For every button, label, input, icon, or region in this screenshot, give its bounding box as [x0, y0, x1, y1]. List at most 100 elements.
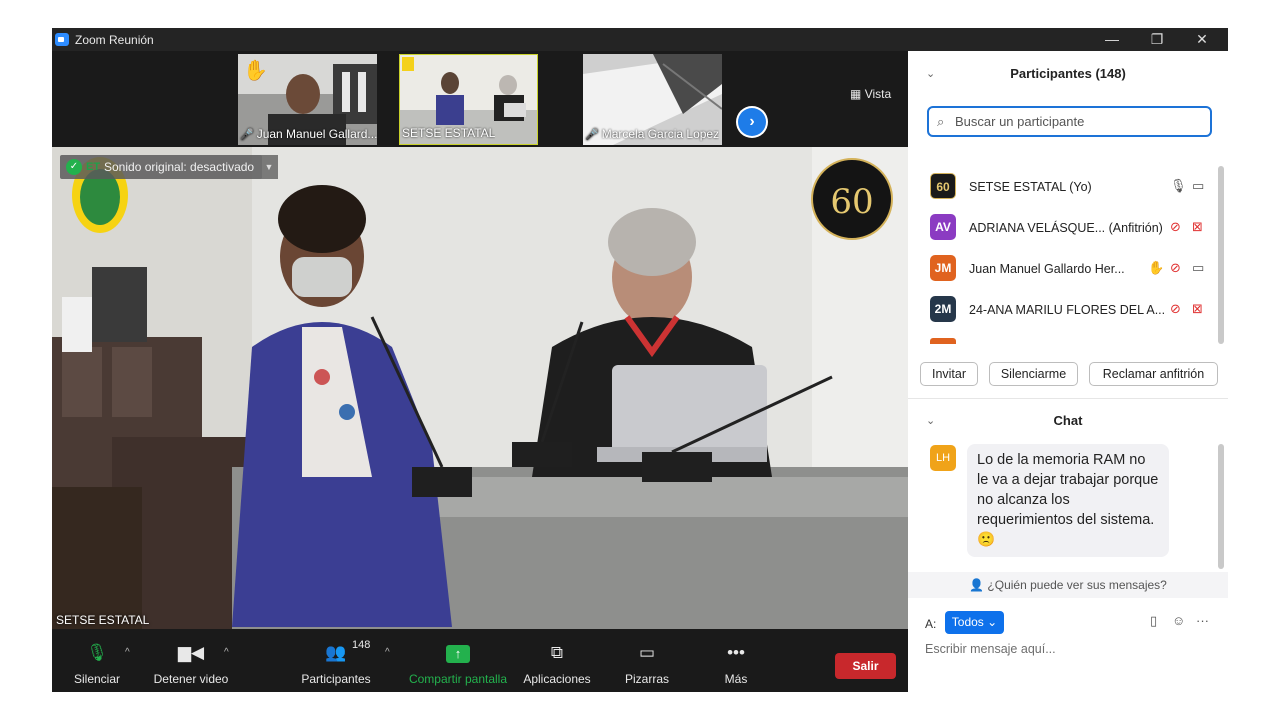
- chevron-right-icon: ›: [738, 108, 766, 136]
- mute-button[interactable]: 🎙 Silenciar: [66, 629, 128, 692]
- zoom-logo-icon: [55, 33, 69, 46]
- video-off-icon: ⊠: [1192, 301, 1203, 316]
- thumbnail-caption: SETSE ESTATAL: [400, 125, 495, 141]
- zoom-window: Zoom Reunión — ❐ ✕ ✋ 🎤 Juan Manuel Gallar…: [52, 28, 1228, 692]
- more-dots-icon[interactable]: ···: [1196, 613, 1209, 628]
- original-sound-toggle[interactable]: ✓ ET Sonido original: desactivado: [60, 155, 263, 179]
- more-button[interactable]: ••• Más: [712, 629, 760, 692]
- window-title: Zoom Reunión: [75, 33, 154, 47]
- mute-options-caret[interactable]: ^: [125, 647, 130, 658]
- thumbnail-caption: 🎤 Juan Manuel Gallard...: [238, 126, 377, 142]
- muted-mic-icon: 🎤: [240, 129, 254, 141]
- share-screen-label: Compartir pantalla: [408, 672, 508, 686]
- participant-name: 24-ANA MARILU FLORES DEL A...: [969, 303, 1166, 317]
- share-screen-button[interactable]: ↑ Compartir pantalla: [408, 629, 508, 692]
- participants-label: Participantes: [301, 672, 371, 686]
- chat-message-text: Lo de la memoria RAM no le va a dejar tr…: [977, 452, 1159, 528]
- grid-icon: ▦: [850, 87, 862, 101]
- chat-message-input[interactable]: Escribir mensaje aquí...: [925, 642, 1056, 656]
- chat-message: Lo de la memoria RAM no le va a dejar tr…: [967, 444, 1169, 557]
- participant-name: Juan Manuel Gallardo Her...: [969, 262, 1125, 276]
- avatar: 60: [930, 173, 956, 199]
- participant-row[interactable]: JM Juan Manuel Gallardo Her... ✋ ⊘ ▭: [930, 251, 1210, 287]
- avatar: LH: [930, 445, 956, 471]
- participants-button[interactable]: 👥 148 Participantes: [296, 629, 376, 692]
- main-video[interactable]: 60 ✓ ET Sonido original: desactivado ▼ S…: [52, 147, 908, 629]
- chevron-down-icon: ▼: [264, 162, 274, 172]
- participant-thumbnail[interactable]: 🎤 Marcela Garcia Lopez: [583, 54, 722, 145]
- thumbnail-caption: 🎤 Marcela Garcia Lopez: [583, 126, 719, 142]
- logo-text: ET: [86, 161, 101, 173]
- participant-row[interactable]: AV ADRIANA VELÁSQUE... (Anfitrión) ⊘ ⊠: [930, 210, 1210, 246]
- participants-options-caret[interactable]: ^: [385, 647, 390, 658]
- close-button[interactable]: ✕: [1179, 28, 1225, 51]
- collapse-chevron-icon[interactable]: ⌄: [926, 57, 935, 91]
- search-icon: ⌕: [937, 114, 945, 129]
- mute-label: Silenciar: [73, 672, 121, 686]
- stop-video-label: Detener video: [153, 672, 229, 686]
- microphone-icon: 🎙: [86, 643, 108, 662]
- participant-row[interactable]: 60 SETSE ESTATAL (Yo) 🎙 ▭: [930, 169, 1210, 205]
- speaker-name: SETSE ESTATAL: [56, 613, 150, 627]
- raised-hand-icon: ✋: [243, 60, 268, 82]
- invite-button[interactable]: Invitar: [920, 362, 978, 386]
- participants-header: ⌄ Participantes (148): [908, 57, 1228, 91]
- apps-button[interactable]: ⧉ Aplicaciones: [520, 629, 594, 692]
- more-label: Más: [724, 672, 748, 686]
- muted-mic-icon: ⊘: [1170, 219, 1181, 234]
- view-label: Vista: [864, 87, 892, 101]
- muted-mic-icon: ⊘: [1170, 301, 1181, 316]
- original-sound-dropdown[interactable]: ▼: [260, 155, 278, 179]
- stop-video-button[interactable]: ▆◀ Detener video: [150, 629, 232, 692]
- chat-scrollbar[interactable]: [1218, 444, 1224, 569]
- participant-name: ADRIANA VELÁSQUE... (Anfitrión): [969, 221, 1163, 235]
- search-placeholder: Buscar un participante: [955, 114, 1085, 129]
- video-options-caret[interactable]: ^: [224, 647, 229, 658]
- participants-scrollbar[interactable]: [1218, 166, 1224, 344]
- restore-button[interactable]: ❐: [1134, 28, 1180, 51]
- whiteboards-label: Pizarras: [624, 672, 669, 686]
- avatar: 2M: [930, 296, 956, 322]
- avatar-partial: [930, 338, 956, 344]
- file-icon[interactable]: ▯: [1150, 613, 1157, 629]
- apps-label: Aplicaciones: [523, 672, 591, 686]
- participant-search-input[interactable]: ⌕ Buscar un participante: [927, 106, 1212, 137]
- thumbnail-name: Juan Manuel Gallard...: [256, 127, 377, 141]
- person-icon: 👤: [969, 578, 985, 592]
- camera-icon: ▭: [1192, 260, 1205, 275]
- muted-mic-icon: 🎤: [585, 129, 599, 141]
- mute-me-button[interactable]: Silenciarme: [989, 362, 1078, 386]
- whiteboards-button[interactable]: ▭ Pizarras: [614, 629, 680, 692]
- participant-thumbnail-active[interactable]: SETSE ESTATAL: [399, 54, 538, 145]
- recipient-dropdown[interactable]: Todos ⌄: [945, 611, 1004, 634]
- muted-mic-icon: ⊘: [1170, 260, 1181, 275]
- side-panel: ⌄ Participantes (148) ⌕ Buscar un partic…: [908, 51, 1228, 692]
- leave-button[interactable]: Salir: [835, 653, 896, 679]
- avatar: AV: [930, 214, 956, 240]
- claim-host-button[interactable]: Reclamar anfitrión: [1089, 362, 1218, 386]
- collapse-chevron-icon[interactable]: ⌄: [926, 404, 935, 438]
- speaker-video-frame: 60: [52, 147, 908, 629]
- participants-count: 148: [352, 639, 371, 651]
- meeting-toolbar: 🎙 Silenciar ^ ▆◀ Detener video ^ 👥 148 P…: [52, 629, 908, 692]
- thumbnail-name: SETSE ESTATAL: [402, 126, 496, 140]
- recipient-label: A:: [925, 617, 937, 631]
- camera-icon: ▭: [1192, 178, 1205, 193]
- frown-emoji: 🙁: [977, 532, 996, 548]
- title-bar: Zoom Reunión — ❐ ✕: [52, 28, 1228, 51]
- apps-icon: ⧉: [550, 643, 564, 662]
- video-off-icon: ⊠: [1192, 219, 1203, 234]
- next-page-button[interactable]: ›: [736, 106, 768, 138]
- view-button[interactable]: ▦ Vista: [850, 87, 891, 101]
- raised-hand-icon: ✋: [1148, 260, 1165, 275]
- participants-title: Participantes (148): [1010, 66, 1126, 81]
- emoji-icon[interactable]: ☺: [1172, 613, 1185, 628]
- original-sound-label: Sonido original: desactivado: [104, 160, 255, 174]
- minimize-button[interactable]: —: [1089, 28, 1135, 51]
- chat-title: Chat: [1053, 413, 1083, 428]
- thumbnail-strip: ✋ 🎤Juan Manuel Gallard... SETSE ESTATAL: [52, 51, 908, 147]
- participant-row[interactable]: 2M 24-ANA MARILU FLORES DEL A... ⊘ ⊠: [930, 292, 1210, 328]
- thumbnail-name: Marcela Garcia Lopez: [601, 127, 720, 141]
- participant-thumbnail[interactable]: ✋ 🎤 Juan Manuel Gallard...: [238, 54, 377, 145]
- who-can-see-messages-link[interactable]: 👤 ¿Quién puede ver sus mensajes?: [908, 572, 1228, 598]
